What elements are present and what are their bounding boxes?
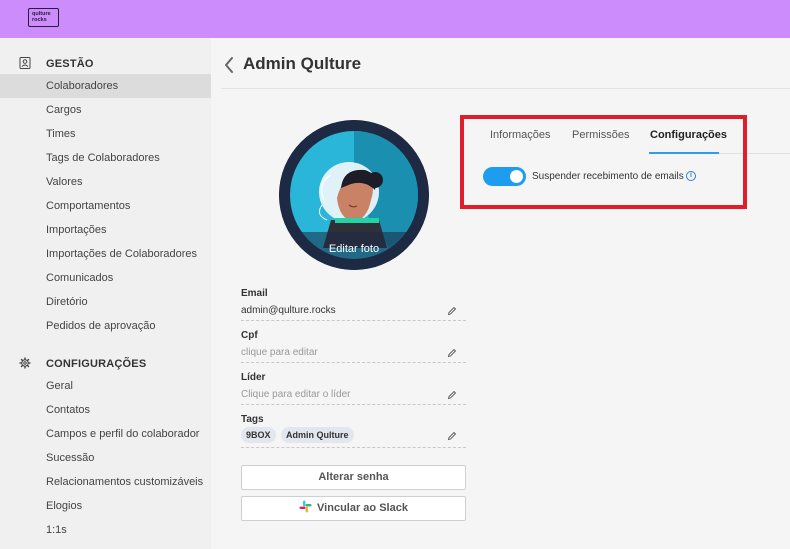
slack-button-label: Vincular ao Slack [317,502,408,514]
top-bar: qulture rocks [0,0,790,38]
pencil-icon[interactable] [447,306,457,316]
gear-icon [19,357,31,369]
suspend-emails-label: Suspender recebimento de emails [532,171,684,182]
tag-chip[interactable]: 9BOX [241,427,276,443]
tab-informacoes[interactable]: Informações [490,129,551,141]
slack-icon [299,500,312,513]
email-underline [241,320,466,321]
pencil-icon[interactable] [447,431,457,441]
edit-photo-label[interactable]: Editar foto [279,243,429,255]
pencil-icon[interactable] [447,390,457,400]
sidebar-item-geral[interactable]: Geral [0,374,211,398]
sidebar-item-tags-colaboradores[interactable]: Tags de Colaboradores [0,146,211,170]
info-icon[interactable]: i [686,171,696,181]
lider-underline [241,404,466,405]
title-divider [221,88,790,89]
sidebar-item-importacoes-colaboradores[interactable]: Importações de Colaboradores [0,242,211,266]
toggle-knob [510,170,523,183]
lider-label: Líder [241,372,266,383]
sidebar-item-importacoes[interactable]: Importações [0,218,211,242]
sidebar-item-times[interactable]: Times [0,122,211,146]
main-content: Admin Qulture Editar foto Email admin@qu… [211,38,790,549]
back-chevron-icon[interactable] [222,55,236,75]
tab-configuracoes[interactable]: Configurações [650,129,727,141]
tags-underline [241,447,466,448]
change-password-button[interactable]: Alterar senha [241,465,466,490]
lider-field[interactable]: Clique para editar o líder [241,389,351,400]
sidebar-item-pedidos-aprovacao[interactable]: Pedidos de aprovação [0,314,211,338]
tab-permissoes[interactable]: Permissões [572,129,629,141]
logo-line2: rocks [32,17,47,23]
link-slack-button[interactable]: Vincular ao Slack [241,496,466,521]
avatar[interactable]: Editar foto [279,120,429,270]
sidebar-section-title: CONFIGURAÇÕES [46,358,147,370]
pencil-icon[interactable] [447,348,457,358]
sidebar-item-comportamentos[interactable]: Comportamentos [0,194,211,218]
sidebar-item-elogios[interactable]: Elogios [0,494,211,518]
cpf-label: Cpf [241,330,258,341]
sidebar-item-sucessao[interactable]: Sucessão [0,446,211,470]
sidebar-item-valores[interactable]: Valores [0,170,211,194]
cpf-underline [241,362,466,363]
page-title: Admin Qulture [243,54,362,73]
sidebar-item-relacionamentos[interactable]: Relacionamentos customizáveis [0,470,211,494]
qulture-rocks-logo[interactable]: qulture rocks [28,8,59,27]
sidebar-section-configuracoes: CONFIGURAÇÕES [0,352,211,376]
id-card-icon [19,57,31,69]
sidebar-item-comunicados[interactable]: Comunicados [0,266,211,290]
sidebar-item-1on1s[interactable]: 1:1s [0,518,211,542]
tag-chip[interactable]: Admin Qulture [281,427,354,443]
email-field[interactable]: admin@qulture.rocks [241,305,336,316]
sidebar-item-diretorio[interactable]: Diretório [0,290,211,314]
sidebar-section-title: GESTÃO [46,58,94,70]
sidebar-item-campos-perfil[interactable]: Campos e perfil do colaborador [0,422,211,446]
sidebar: GESTÃO Colaboradores Cargos Times Tags d… [0,38,211,549]
suspend-emails-toggle[interactable] [483,167,526,186]
tags-label: Tags [241,414,264,425]
sidebar-section-gestao: GESTÃO [0,52,211,76]
email-label: Email [241,288,268,299]
active-tab-indicator [649,152,719,154]
sidebar-item-colaboradores[interactable]: Colaboradores [0,74,211,98]
sidebar-item-cargos[interactable]: Cargos [0,98,211,122]
cpf-field[interactable]: clique para editar [241,347,318,358]
sidebar-item-contatos[interactable]: Contatos [0,398,211,422]
